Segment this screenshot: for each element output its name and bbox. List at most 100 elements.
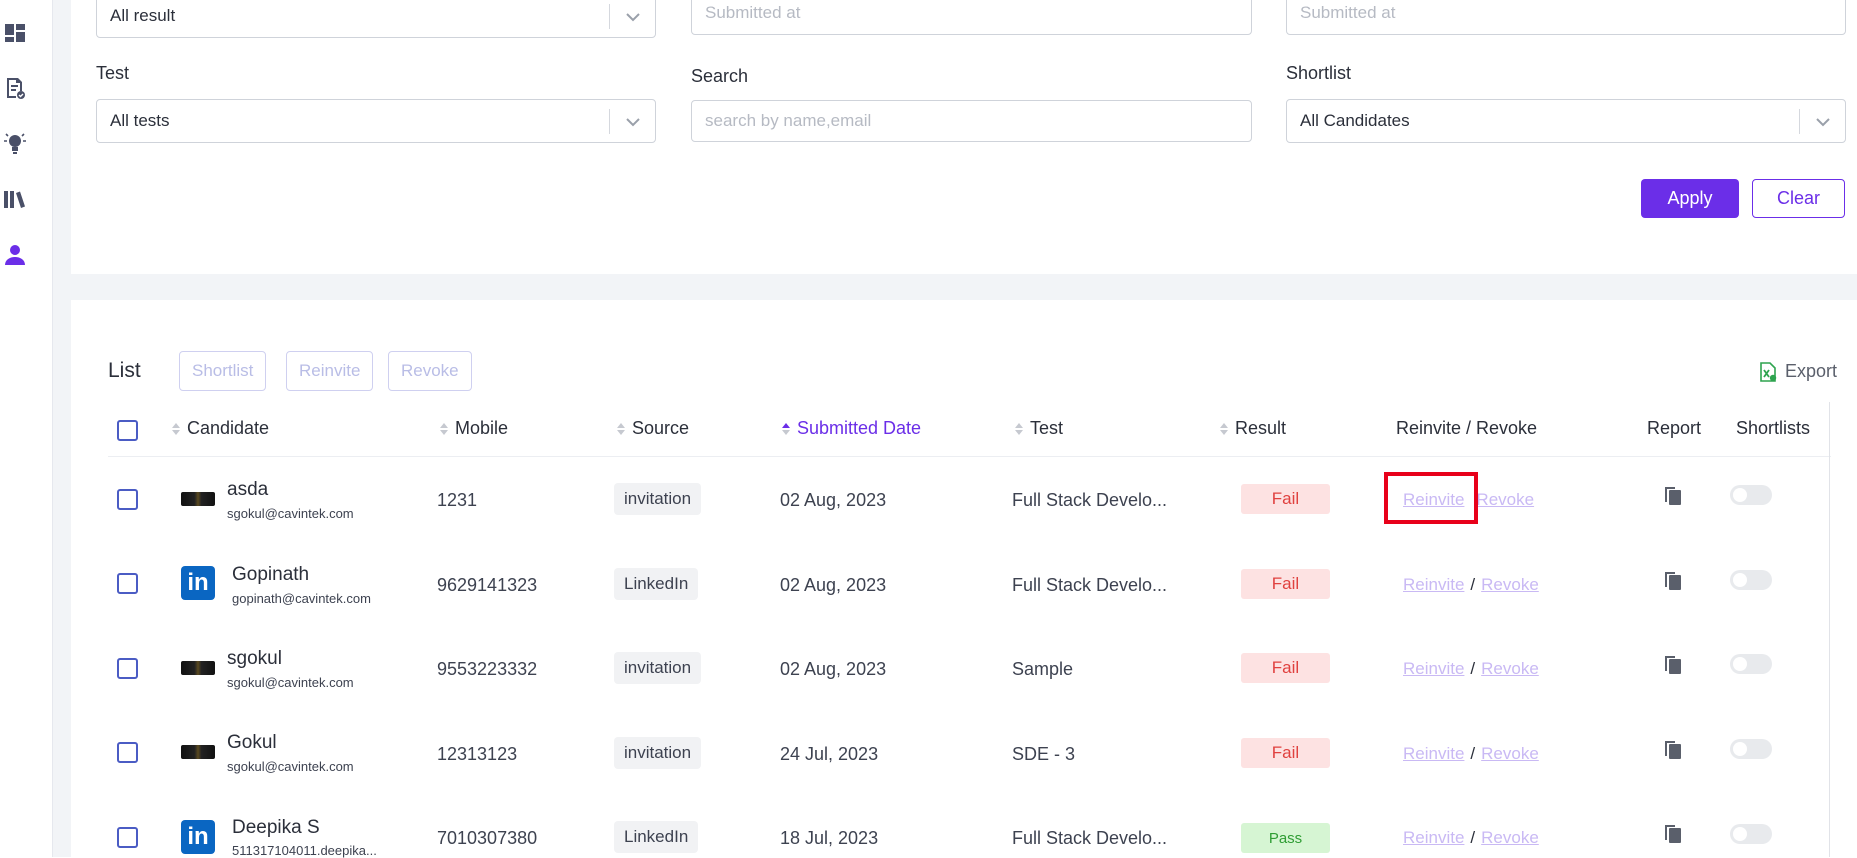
report-copy-icon[interactable] xyxy=(1663,823,1683,845)
reinvite-link[interactable]: Reinvite xyxy=(1403,490,1464,509)
sidebar xyxy=(0,0,53,857)
clear-button[interactable]: Clear xyxy=(1752,179,1845,218)
column-submitted-date[interactable]: Submitted Date xyxy=(782,418,921,439)
candidate-name[interactable]: asda xyxy=(227,479,268,501)
column-shortlists: Shortlists xyxy=(1736,418,1810,439)
test-select[interactable]: All tests xyxy=(96,99,656,143)
result-select[interactable]: All result xyxy=(96,0,656,38)
column-submitted-date-label: Submitted Date xyxy=(797,418,922,438)
candidate-name[interactable]: Deepika S xyxy=(232,817,320,839)
revoke-link[interactable]: Revoke xyxy=(1481,744,1539,763)
reinvite-revoke-cell: Reinvite / Revoke xyxy=(1403,828,1539,848)
sort-icon xyxy=(1015,422,1023,435)
shortlist-toggle[interactable] xyxy=(1730,570,1772,590)
separator: / xyxy=(1470,828,1476,847)
sort-icon xyxy=(440,422,448,435)
submitted-date-cell: 18 Jul, 2023 xyxy=(780,828,879,848)
document-check-icon[interactable] xyxy=(2,75,28,101)
candidate-email: sgokul@cavintek.com xyxy=(227,759,354,774)
source-badge: LinkedIn xyxy=(614,568,699,600)
column-source[interactable]: Source xyxy=(617,418,689,439)
candidate-email: sgokul@cavintek.com xyxy=(227,675,354,690)
export-label: Export xyxy=(1785,361,1838,381)
sort-icon xyxy=(1220,422,1228,435)
report-copy-icon[interactable] xyxy=(1663,570,1683,592)
lightbulb-icon[interactable] xyxy=(2,130,28,156)
shortlist-select[interactable]: All Candidates xyxy=(1286,99,1846,143)
search-input[interactable]: search by name,email xyxy=(691,100,1252,142)
linkedin-icon: in xyxy=(181,566,215,600)
test-cell: SDE - 3 xyxy=(1012,744,1076,764)
candidate-name[interactable]: Gopinath xyxy=(232,564,309,586)
submitted-date-cell: 02 Aug, 2023 xyxy=(780,490,887,510)
mobile-cell: 12313123 xyxy=(437,744,518,764)
test-select-value: All tests xyxy=(110,111,170,130)
avatar xyxy=(181,492,215,506)
report-copy-icon[interactable] xyxy=(1663,654,1683,676)
submitted-from-input[interactable]: Submitted at xyxy=(691,0,1252,35)
candidate-email: 511317104011.deepika... xyxy=(232,843,377,858)
bulk-shortlist-button[interactable]: Shortlist xyxy=(179,351,267,391)
reinvite-link[interactable]: Reinvite xyxy=(1403,744,1464,763)
column-shortlists-label: Shortlists xyxy=(1736,418,1811,438)
candidate-name[interactable]: sgokul xyxy=(227,648,282,670)
report-copy-icon[interactable] xyxy=(1663,739,1683,761)
reinvite-link[interactable]: Reinvite xyxy=(1403,659,1464,678)
bulk-reinvite-button[interactable]: Reinvite xyxy=(286,351,374,391)
test-cell: Full Stack Develo... xyxy=(1012,828,1168,848)
revoke-link[interactable]: Revoke xyxy=(1481,575,1539,594)
search-label: Search xyxy=(691,66,749,86)
linkedin-icon: in xyxy=(181,820,215,854)
shortlist-toggle[interactable] xyxy=(1730,485,1772,505)
apply-button[interactable]: Apply xyxy=(1641,179,1739,218)
column-reinvite-revoke: Reinvite / Revoke xyxy=(1396,418,1537,439)
submitted-to-input[interactable]: Submitted at xyxy=(1286,0,1846,35)
bulk-revoke-button[interactable]: Revoke xyxy=(388,351,472,391)
column-candidate[interactable]: Candidate xyxy=(172,418,269,439)
submitted-date-cell: 02 Aug, 2023 xyxy=(780,659,887,679)
row-checkbox[interactable] xyxy=(117,742,138,763)
test-cell: Full Stack Develo... xyxy=(1012,490,1168,510)
reinvite-link[interactable]: Reinvite xyxy=(1403,575,1464,594)
candidate-name[interactable]: Gokul xyxy=(227,732,277,754)
result-badge: Fail xyxy=(1241,653,1330,683)
header-divider xyxy=(108,456,1831,457)
shortlist-select-value: All Candidates xyxy=(1300,111,1410,130)
revoke-link[interactable]: Revoke xyxy=(1481,828,1539,847)
dashboard-icon[interactable] xyxy=(2,20,28,46)
avatar xyxy=(181,661,215,675)
row-checkbox[interactable] xyxy=(117,658,138,679)
row-checkbox[interactable] xyxy=(117,827,138,848)
column-result-label: Result xyxy=(1235,418,1287,438)
export-button[interactable]: Export xyxy=(1759,361,1837,382)
shortlist-toggle[interactable] xyxy=(1730,654,1772,674)
separator: / xyxy=(1470,744,1476,763)
test-cell: Full Stack Develo... xyxy=(1012,575,1168,595)
row-checkbox[interactable] xyxy=(117,573,138,594)
column-mobile[interactable]: Mobile xyxy=(440,418,508,439)
column-candidate-label: Candidate xyxy=(187,418,270,438)
source-badge: LinkedIn xyxy=(614,821,699,853)
column-report: Report xyxy=(1647,418,1701,439)
reinvite-link[interactable]: Reinvite xyxy=(1403,828,1464,847)
column-test[interactable]: Test xyxy=(1015,418,1063,439)
user-icon[interactable] xyxy=(2,242,28,268)
shortlist-toggle[interactable] xyxy=(1730,739,1772,759)
result-badge: Fail xyxy=(1241,738,1330,768)
report-copy-icon[interactable] xyxy=(1663,485,1683,507)
revoke-link[interactable]: Revoke xyxy=(1476,490,1534,509)
table-scroll-edge xyxy=(1829,402,1830,857)
revoke-link[interactable]: Revoke xyxy=(1481,659,1539,678)
library-icon[interactable] xyxy=(2,186,28,212)
test-cell: Sample xyxy=(1012,659,1074,679)
chevron-down-icon xyxy=(626,13,640,22)
shortlist-label: Shortlist xyxy=(1286,63,1352,83)
select-all-checkbox[interactable] xyxy=(117,420,138,441)
column-result[interactable]: Result xyxy=(1220,418,1286,439)
shortlist-toggle[interactable] xyxy=(1730,824,1772,844)
row-checkbox[interactable] xyxy=(117,489,138,510)
candidate-email: sgokul@cavintek.com xyxy=(227,506,354,521)
sort-icon xyxy=(617,422,625,435)
candidate-email: gopinath@cavintek.com xyxy=(232,591,371,606)
column-report-label: Report xyxy=(1647,418,1702,438)
